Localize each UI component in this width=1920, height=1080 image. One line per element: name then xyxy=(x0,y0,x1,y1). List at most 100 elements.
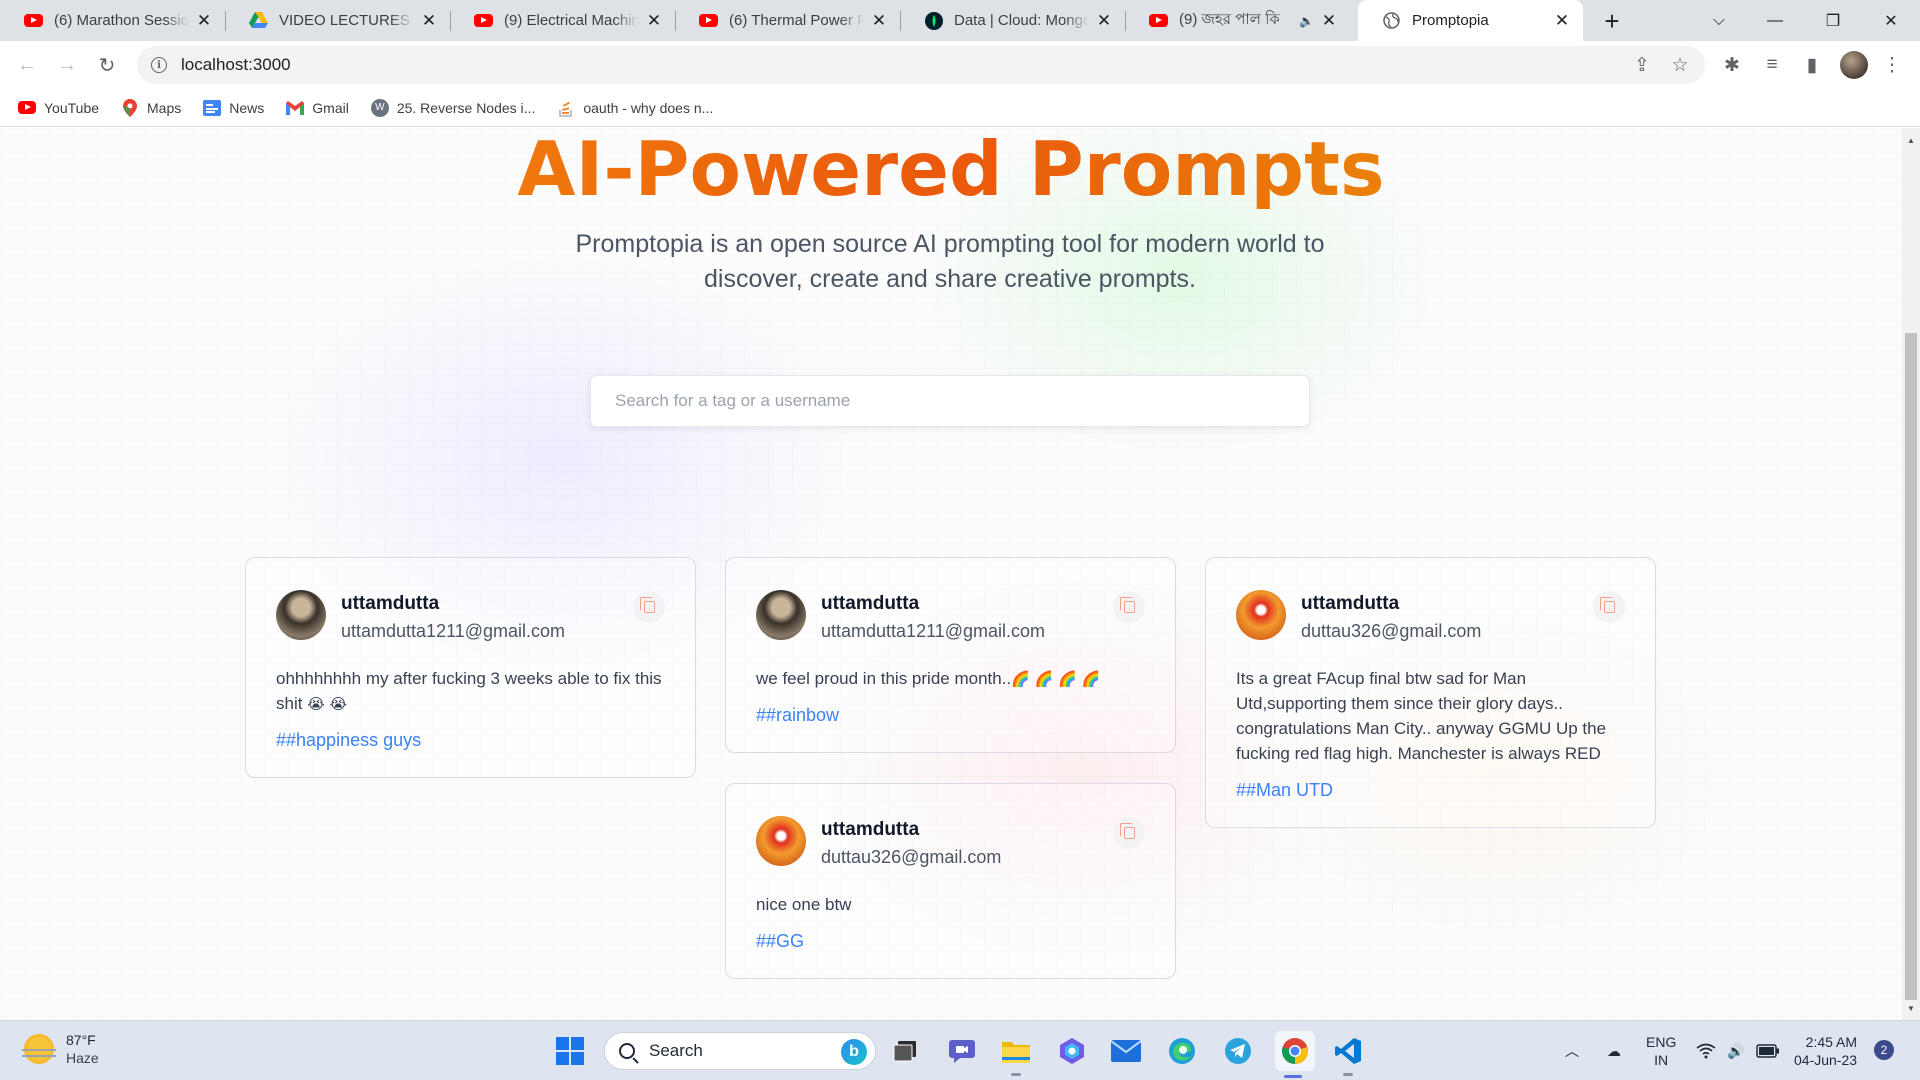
mail-icon[interactable] xyxy=(1108,1033,1144,1069)
email: duttau326@gmail.com xyxy=(1301,621,1482,641)
site-info-icon[interactable]: i xyxy=(151,57,167,73)
volume-icon[interactable]: 🔊 xyxy=(1724,1021,1748,1080)
side-panel-icon[interactable]: ▮ xyxy=(1800,53,1824,77)
youtube-icon xyxy=(18,99,36,117)
close-window-button[interactable]: ✕ xyxy=(1862,0,1920,41)
close-icon[interactable]: ✕ xyxy=(645,11,663,30)
youtube-icon xyxy=(24,11,43,30)
copy-icon[interactable] xyxy=(633,591,665,623)
avatar[interactable] xyxy=(1236,590,1286,640)
tab-promptopia[interactable]: Promptopia ✕ xyxy=(1358,0,1583,41)
vscode-icon[interactable] xyxy=(1330,1033,1366,1076)
bookmarks-bar: YouTube Maps News Gmail W 25. Reverse No… xyxy=(0,89,1920,127)
copy-icon[interactable] xyxy=(1113,817,1145,849)
file-explorer-icon[interactable] xyxy=(998,1033,1034,1076)
close-icon[interactable]: ✕ xyxy=(1320,11,1338,30)
telegram-icon[interactable] xyxy=(1220,1033,1256,1069)
profile-avatar[interactable] xyxy=(1840,51,1868,79)
tab-strip: (6) Marathon Session ✕ VIDEO LECTURES - … xyxy=(0,0,1920,41)
bookmark-oauth[interactable]: oauth - why does n... xyxy=(557,99,713,117)
close-icon[interactable]: ✕ xyxy=(1095,11,1113,30)
prompt-text: nice one btw xyxy=(756,895,852,914)
bookmark-news[interactable]: News xyxy=(203,99,264,117)
bookmark-label: Gmail xyxy=(312,99,349,116)
avatar[interactable] xyxy=(756,590,806,640)
tab-electrical-machine[interactable]: (9) Electrical Machine ✕ xyxy=(450,0,675,41)
tab-marathon-session[interactable]: (6) Marathon Session ✕ xyxy=(0,0,225,41)
weather-widget[interactable]: 87°F Haze xyxy=(22,1031,99,1067)
prompt-card[interactable]: uttamdutta duttau326@gmail.com nice one … xyxy=(725,783,1176,979)
copilot-app-icon[interactable] xyxy=(1054,1033,1090,1069)
page-scrollbar[interactable]: ▲ ▼ xyxy=(1902,128,1920,1020)
chrome-icon[interactable] xyxy=(1275,1031,1315,1078)
prompt-tag[interactable]: ##Man UTD xyxy=(1236,780,1333,801)
reload-button[interactable]: ↻ xyxy=(92,50,122,80)
scroll-up-arrow-icon[interactable]: ▲ xyxy=(1902,132,1920,148)
teams-chat-icon[interactable] xyxy=(944,1033,980,1069)
share-icon[interactable]: ⇪ xyxy=(1631,54,1653,76)
close-icon[interactable]: ✕ xyxy=(195,11,213,30)
prompt-card[interactable]: uttamdutta duttau326@gmail.com Its a gre… xyxy=(1205,557,1656,828)
bookmark-gmail[interactable]: Gmail xyxy=(286,99,349,117)
task-view-icon[interactable] xyxy=(887,1033,923,1069)
search-icon xyxy=(619,1043,635,1059)
prompt-card[interactable]: uttamdutta uttamdutta1211@gmail.com we f… xyxy=(725,557,1176,753)
menu-kebab-icon[interactable]: ⋮ xyxy=(1880,53,1904,77)
mongodb-icon xyxy=(924,11,943,30)
battery-icon[interactable] xyxy=(1754,1021,1782,1080)
wifi-icon[interactable] xyxy=(1694,1021,1718,1080)
username[interactable]: uttamdutta xyxy=(821,819,919,841)
tab-title: VIDEO LECTURES - Go xyxy=(279,12,414,29)
address-bar[interactable]: i localhost:3000 ⇪ ☆ xyxy=(137,46,1705,84)
tab-mongodb[interactable]: Data | Cloud: MongoD ✕ xyxy=(900,0,1125,41)
edge-icon[interactable] xyxy=(1164,1033,1200,1069)
taskbar-search[interactable]: Search b xyxy=(604,1032,876,1070)
scroll-thumb[interactable] xyxy=(1905,333,1917,1000)
prompt-card[interactable]: uttamdutta uttamdutta1211@gmail.com ohhh… xyxy=(245,557,696,778)
tab-thermal-power[interactable]: (6) Thermal Power Pla ✕ xyxy=(675,0,900,41)
notification-badge[interactable]: 2 xyxy=(1874,1040,1894,1060)
copy-icon[interactable] xyxy=(1593,591,1625,623)
prompt-tag[interactable]: ##GG xyxy=(756,931,804,952)
minimize-button[interactable]: — xyxy=(1746,0,1804,41)
copy-icon[interactable] xyxy=(1113,591,1145,623)
username[interactable]: uttamdutta xyxy=(821,593,919,615)
windows-start-icon[interactable] xyxy=(552,1033,588,1069)
url-text[interactable]: localhost:3000 xyxy=(181,55,291,75)
search-input[interactable] xyxy=(615,391,1309,411)
extensions-icon[interactable]: ✱ xyxy=(1720,53,1744,77)
bookmark-maps[interactable]: Maps xyxy=(121,98,181,117)
scroll-down-arrow-icon[interactable]: ▼ xyxy=(1902,1000,1920,1016)
restore-button[interactable]: ❐ xyxy=(1804,0,1862,41)
email: uttamdutta1211@gmail.com xyxy=(341,621,566,641)
close-icon[interactable]: ✕ xyxy=(870,11,888,30)
bookmark-youtube[interactable]: YouTube xyxy=(18,99,99,117)
system-clock[interactable]: 2:45 AM 04-Jun-23 xyxy=(1794,1033,1857,1069)
bing-icon[interactable]: b xyxy=(841,1039,867,1065)
avatar[interactable] xyxy=(756,816,806,866)
tab-bengali-video[interactable]: (9) জহর পাল কি 🔈 ✕ xyxy=(1125,0,1350,41)
tab-title: (6) Thermal Power Pla xyxy=(729,12,864,29)
prompt-tag[interactable]: ##happiness guys xyxy=(276,730,421,751)
show-hidden-icons-chevron-icon[interactable]: ︿ xyxy=(1560,1021,1584,1080)
close-icon[interactable]: ✕ xyxy=(420,11,438,30)
language-indicator[interactable]: ENG IN xyxy=(1646,1033,1676,1069)
subtitle: Promptopia is an open source AI promptin… xyxy=(575,230,1325,293)
bookmark-star-icon[interactable]: ☆ xyxy=(1669,54,1691,76)
username[interactable]: uttamdutta xyxy=(1301,593,1399,615)
prompt-tag[interactable]: ##rainbow xyxy=(756,705,839,726)
username[interactable]: uttamdutta xyxy=(341,593,439,615)
email: duttau326@gmail.com xyxy=(821,847,1002,867)
onedrive-offline-icon[interactable]: ☁ xyxy=(1600,1021,1628,1080)
close-icon[interactable]: ✕ xyxy=(1553,11,1571,30)
speaker-icon[interactable]: 🔈 xyxy=(1299,14,1314,28)
forward-button[interactable]: → xyxy=(52,50,82,80)
tab-search-chevron-icon[interactable]: ⌵ xyxy=(1690,0,1748,41)
bookmark-reverse-nodes[interactable]: W 25. Reverse Nodes i... xyxy=(370,98,535,117)
maps-icon xyxy=(121,98,139,117)
new-tab-button[interactable]: + xyxy=(1598,6,1626,36)
avatar[interactable] xyxy=(276,590,326,640)
tab-video-lectures[interactable]: VIDEO LECTURES - Go ✕ xyxy=(225,0,450,41)
back-button[interactable]: ← xyxy=(12,50,42,80)
media-queue-icon[interactable]: ≡ xyxy=(1760,53,1784,77)
